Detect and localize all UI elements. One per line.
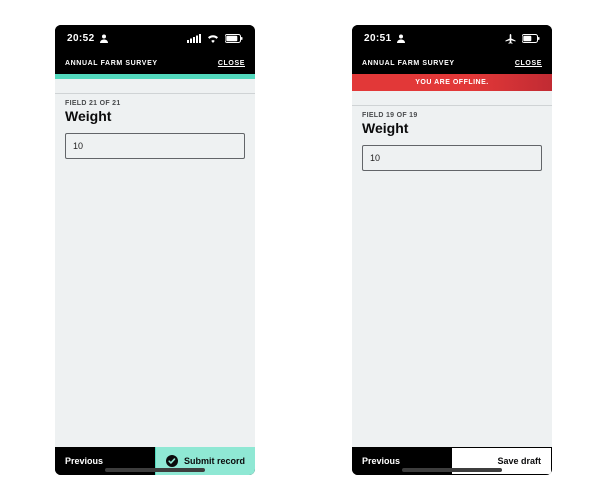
status-right: [187, 34, 243, 43]
weight-input-value: 10: [73, 141, 83, 151]
offline-banner: YOU ARE OFFLINE.: [352, 74, 552, 91]
divider: [352, 105, 552, 106]
field-count: FIELD 21 OF 21: [65, 100, 245, 107]
submit-label: Submit record: [184, 456, 245, 466]
previous-label: Previous: [362, 456, 400, 466]
field-title: Weight: [362, 120, 542, 136]
check-circle-icon: [166, 455, 178, 467]
person-icon: [397, 34, 405, 43]
footer: Previous Save draft: [352, 447, 552, 475]
previous-label: Previous: [65, 456, 103, 466]
phone-offline: 20:51 ANNUAL FARM SURVEY CLOSE YOU ARE O…: [352, 25, 552, 475]
status-right: [505, 33, 540, 44]
app-header: ANNUAL FARM SURVEY CLOSE: [352, 52, 552, 74]
weight-input[interactable]: 10: [362, 145, 542, 171]
field-count: FIELD 19 OF 19: [362, 112, 542, 119]
submit-record-button[interactable]: Submit record: [155, 447, 255, 475]
form-panel: FIELD 21 OF 21 Weight 10: [55, 79, 255, 447]
status-left: 20:51: [364, 33, 405, 44]
person-icon: [100, 34, 108, 43]
wifi-icon: [207, 34, 219, 43]
status-left: 20:52: [67, 33, 108, 44]
status-time: 20:52: [67, 33, 95, 44]
close-button[interactable]: CLOSE: [218, 60, 245, 67]
status-bar: 20:51: [352, 25, 552, 52]
survey-title: ANNUAL FARM SURVEY: [65, 60, 158, 67]
app-header: ANNUAL FARM SURVEY CLOSE: [55, 52, 255, 74]
previous-button[interactable]: Previous: [352, 447, 452, 475]
save-draft-button[interactable]: Save draft: [452, 447, 552, 475]
status-time: 20:51: [364, 33, 392, 44]
cellular-signal-icon: [187, 34, 201, 43]
status-bar: 20:52: [55, 25, 255, 52]
offline-banner-text: YOU ARE OFFLINE.: [415, 79, 488, 86]
weight-input[interactable]: 10: [65, 133, 245, 159]
airplane-mode-icon: [505, 33, 516, 44]
close-button[interactable]: CLOSE: [515, 60, 542, 67]
footer: Previous Submit record: [55, 447, 255, 475]
field-title: Weight: [65, 108, 245, 124]
previous-button[interactable]: Previous: [55, 447, 155, 475]
battery-icon: [225, 34, 243, 43]
weight-input-value: 10: [370, 153, 380, 163]
phone-online: 20:52 ANNUAL FARM SURVEY CLOSE FIELD 21 …: [55, 25, 255, 475]
survey-title: ANNUAL FARM SURVEY: [362, 60, 455, 67]
form-panel: FIELD 19 OF 19 Weight 10: [352, 91, 552, 447]
save-draft-label: Save draft: [497, 456, 541, 466]
divider: [55, 93, 255, 94]
battery-icon: [522, 34, 540, 43]
